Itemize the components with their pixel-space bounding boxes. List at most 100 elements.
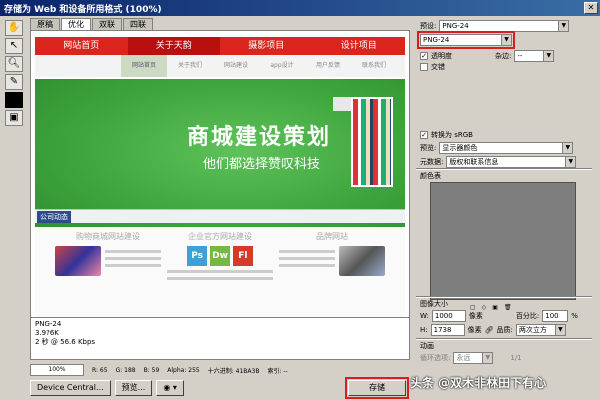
chevron-down-icon: ▼ — [482, 353, 493, 363]
link-icon[interactable]: 🔗︎ — [485, 326, 494, 334]
chevron-down-icon: ▼ — [554, 325, 565, 335]
preset-select[interactable]: PNG-24 ▼ — [439, 20, 570, 32]
service-card: 企业官方网站建设 Ps Dw Fl — [167, 231, 273, 313]
hand-tool-icon[interactable]: ✋ — [5, 20, 23, 36]
percent-input[interactable]: 100 — [542, 310, 569, 322]
dreamweaver-logo: Dw — [210, 246, 230, 266]
preview-button[interactable]: 预览... — [114, 380, 153, 396]
status-g: G: 188 — [115, 366, 136, 374]
bottom-buttons: Device Central... 预览... ◉ ▾ — [30, 380, 184, 396]
news-bar: 公司动态 — [35, 209, 405, 223]
toggle-slices-icon[interactable]: ▣ — [5, 110, 23, 126]
watermark: 头条 @双木非林田下有心 — [410, 376, 547, 390]
subnav-item: 用户反馈 — [315, 62, 340, 69]
preview-label: 预览: — [420, 144, 437, 152]
subnav-item: 网站首页 — [121, 55, 167, 77]
convert-srgb-checkbox[interactable]: ✓ — [420, 131, 428, 139]
service-cards: 购物商城网站建设 企业官方网站建设 Ps Dw Fl 品牌网站 — [35, 227, 405, 317]
image-preview[interactable]: 网站首页 关于天韵 摄影项目 设计项目 网站首页 关于我们 网站建设 app设计… — [30, 30, 410, 360]
slice-select-tool-icon[interactable]: ↖ — [5, 38, 23, 54]
status-alpha: Alpha: 255 — [167, 366, 200, 374]
frame-counter: 1/1 — [510, 354, 522, 362]
save-button[interactable]: 存储 — [345, 377, 409, 399]
banner-graphic — [351, 97, 393, 187]
chevron-down-icon: ▼ — [562, 143, 573, 153]
quality-select[interactable]: 两次立方 ▼ — [515, 324, 566, 336]
interlaced-checkbox[interactable] — [420, 63, 428, 71]
transparency-checkbox[interactable]: ✓ — [420, 52, 428, 60]
tab-4-up[interactable]: 四联 — [123, 18, 153, 30]
site-nav-design: 设计项目 — [340, 41, 377, 51]
tab-2-up[interactable]: 双联 — [92, 18, 122, 30]
banner-subtitle: 他们都选择赞叹科技 — [203, 157, 321, 172]
chevron-down-icon: ▼ — [565, 157, 576, 167]
matte-select[interactable]: -- ▼ — [514, 50, 555, 62]
matte-label: 杂边: — [495, 52, 512, 60]
info-format: PNG-24 — [35, 320, 62, 328]
zoom-select[interactable]: 100% — [30, 364, 84, 376]
device-central-button[interactable]: Device Central... — [30, 380, 111, 396]
banner-title: 商城建设策划 — [187, 125, 332, 150]
service-card: 品牌网站 — [279, 231, 385, 313]
image-size-label: 图像大小 — [420, 300, 448, 308]
animation-label: 动画 — [420, 342, 434, 350]
site-subnav: 网站首页 关于我们 网站建设 app设计 用户反馈 联系我们 — [35, 55, 405, 77]
color-table-label: 颜色表 — [420, 172, 441, 180]
loop-select[interactable]: 永远 ▼ — [453, 352, 494, 364]
chevron-down-icon: ▼ — [558, 21, 569, 31]
width-input[interactable]: 1000 — [431, 310, 466, 322]
card-title: 企业官方网站建设 — [188, 232, 252, 241]
subnav-item: 联系我们 — [361, 62, 386, 69]
height-label: H: — [420, 326, 428, 334]
loop-label: 循环选项: — [420, 354, 451, 362]
status-index: 索引: -- — [267, 367, 288, 375]
height-input[interactable]: 1738 — [430, 324, 465, 336]
card-title: 购物商城网站建设 — [76, 232, 140, 241]
card-image — [55, 246, 101, 276]
card-image — [339, 246, 385, 276]
card-title: 品牌网站 — [316, 232, 348, 241]
close-icon[interactable]: ✕ — [584, 2, 598, 14]
eyedropper-tool-icon[interactable]: ✎ — [5, 74, 23, 90]
window-title: 存储为 Web 和设备所用格式 (100%) — [4, 4, 162, 15]
site-nav-about: 关于天韵 — [127, 37, 220, 55]
info-time: 2 秒 @ 56.6 Kbps — [35, 338, 96, 346]
preview-select[interactable]: 显示器颜色 ▼ — [439, 142, 574, 154]
chevron-down-icon: ▼ — [501, 35, 511, 45]
news-tag: 公司动态 — [37, 211, 71, 223]
window-title-bar: 存储为 Web 和设备所用格式 (100%) ✕ — [0, 0, 600, 16]
status-b: B: 59 — [143, 366, 160, 374]
browser-select-icon[interactable]: ◉ ▾ — [156, 380, 184, 396]
interlaced-label: 交错 — [431, 63, 445, 71]
service-card: 购物商城网站建设 — [55, 231, 161, 313]
width-label: W: — [420, 312, 429, 320]
info-size: 3.9?6K — [35, 329, 59, 337]
zoom-tool-icon[interactable]: 🔍︎ — [5, 56, 23, 72]
subnav-item: 关于我们 — [177, 62, 202, 69]
status-bar: 100% R: 65 G: 188 B: 59 Alpha: 255 十六进制:… — [30, 364, 410, 376]
format-select[interactable]: PNG-24 ▼ — [417, 31, 515, 49]
percent-label: 百分比: — [515, 312, 540, 320]
flash-logo: Fl — [232, 246, 253, 266]
tab-optimized[interactable]: 优化 — [61, 18, 91, 30]
site-nav-home: 网站首页 — [63, 41, 100, 51]
metadata-label: 元数据: — [420, 158, 444, 166]
width-unit: 像素 — [468, 312, 483, 320]
height-unit: 像素 — [467, 326, 482, 334]
convert-srgb-label: 转换为 sRGB — [431, 131, 473, 139]
chevron-down-icon: ▼ — [543, 51, 554, 61]
settings-panel: 预设: PNG-24 ▼ PNG-24 ▼ ✓ 透明度 杂边: -- ▼ 交错 ✓ 转… — [414, 18, 594, 364]
subnav-item: 网站建设 — [223, 62, 248, 69]
quality-label: 品质: — [496, 326, 513, 334]
preset-label: 预设: — [420, 22, 437, 30]
site-nav: 网站首页 关于天韵 摄影项目 设计项目 — [35, 37, 405, 55]
status-hex: 十六进制: 41BA3B — [207, 367, 260, 375]
status-r: R: 65 — [92, 366, 108, 374]
metadata-select[interactable]: 版权和联系信息 ▼ — [446, 156, 577, 168]
tab-original[interactable]: 原稿 — [30, 18, 60, 30]
color-table[interactable] — [430, 182, 576, 300]
toolbox: ✋ ↖ 🔍︎ ✎ ▣ — [4, 18, 26, 126]
photoshop-logo: Ps — [187, 246, 208, 266]
transparency-label: 透明度 — [431, 52, 452, 60]
eyedropper-color-swatch[interactable] — [5, 92, 23, 108]
